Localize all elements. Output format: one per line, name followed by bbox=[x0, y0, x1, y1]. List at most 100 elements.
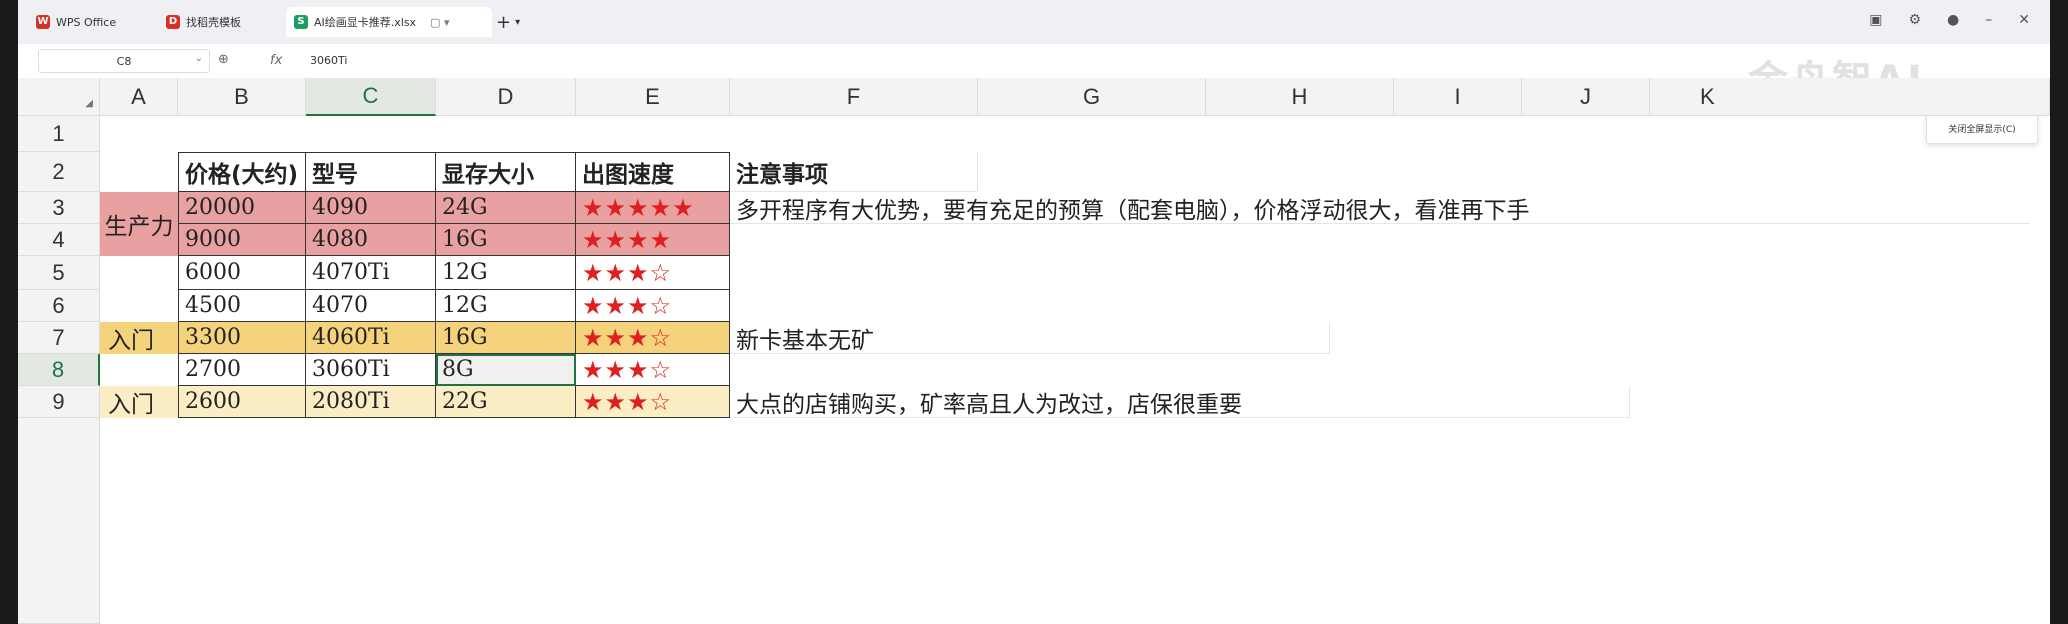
cell-price[interactable]: 3300 bbox=[178, 322, 306, 354]
new-tab-button[interactable]: + ▾ bbox=[488, 7, 528, 37]
header-model[interactable]: 型号 bbox=[306, 152, 436, 192]
row-header-9[interactable]: 9 bbox=[18, 386, 100, 418]
row-header-4[interactable]: 4 bbox=[18, 224, 100, 256]
avatar-icon[interactable]: ● bbox=[1947, 12, 1959, 28]
star-rating: ★★★ bbox=[582, 323, 650, 352]
column-header-h[interactable]: H bbox=[1206, 78, 1394, 116]
close-icon[interactable]: ✕ bbox=[2018, 12, 2030, 28]
cell-price[interactable]: 20000 bbox=[178, 192, 306, 224]
header-speed[interactable]: 出图速度 bbox=[576, 152, 730, 192]
column-header-g[interactable]: G bbox=[978, 78, 1206, 116]
chevron-down-icon: ▾ bbox=[515, 16, 521, 28]
cell-reference: C8 bbox=[116, 54, 132, 68]
column-header-d[interactable]: D bbox=[436, 78, 576, 116]
tab-spreadsheet[interactable]: S AI绘画显卡推荐.xlsx ▢ ▾ bbox=[286, 7, 492, 37]
star-rating: ★★★ bbox=[582, 387, 650, 416]
cell-price[interactable]: 2700 bbox=[178, 354, 306, 386]
header-vram[interactable]: 显存大小 bbox=[436, 152, 576, 192]
wps-window: W WPS Office D 找稻壳模板 S AI绘画显卡推荐.xlsx ▢ ▾… bbox=[18, 0, 2050, 624]
left-screen-edge bbox=[0, 0, 18, 624]
tab-label: 找稻壳模板 bbox=[186, 16, 241, 29]
cell-vram[interactable]: 24G bbox=[436, 192, 576, 224]
column-header-c[interactable]: C bbox=[306, 78, 436, 116]
zoom-icon[interactable]: ⊕ bbox=[218, 52, 229, 67]
select-all-corner[interactable]: ◢ bbox=[18, 78, 100, 116]
spreadsheet-logo-icon: S bbox=[294, 15, 308, 29]
cell-speed[interactable]: ★★★★★ bbox=[576, 192, 730, 224]
tab-label: AI绘画显卡推荐.xlsx bbox=[314, 16, 417, 29]
row-header-5[interactable]: 5 bbox=[18, 256, 100, 290]
column-header-a[interactable]: A bbox=[100, 78, 178, 116]
cell-model[interactable]: 4080 bbox=[306, 224, 436, 256]
title-bar: W WPS Office D 找稻壳模板 S AI绘画显卡推荐.xlsx ▢ ▾… bbox=[18, 0, 2050, 44]
cell-model[interactable]: 2080Ti bbox=[306, 386, 436, 418]
cell-speed[interactable]: ★★★★ bbox=[576, 224, 730, 256]
note-store-purchase[interactable]: 大点的店铺购买，矿率高且人为改过，店保很重要 bbox=[730, 386, 1630, 418]
column-header-f[interactable]: F bbox=[730, 78, 978, 116]
column-header-e[interactable]: E bbox=[576, 78, 730, 116]
formula-bar: C8 ⌄ ⊕ fx 3060Ti bbox=[18, 44, 2050, 79]
layout-icon[interactable]: ▣ bbox=[1869, 12, 1882, 28]
cell-vram[interactable]: 12G bbox=[436, 256, 576, 290]
half-star-icon: ☆ bbox=[649, 323, 673, 352]
half-star-icon: ☆ bbox=[649, 355, 673, 384]
minimize-icon[interactable]: – bbox=[1985, 12, 1992, 28]
plus-icon: + bbox=[496, 11, 512, 33]
header-price[interactable]: 价格(大约) bbox=[178, 152, 306, 192]
note-new-card[interactable]: 新卡基本无矿 bbox=[730, 322, 1330, 354]
tab-wps-office[interactable]: W WPS Office bbox=[28, 7, 124, 37]
row-header-3[interactable]: 3 bbox=[18, 192, 100, 224]
column-header-j[interactable]: J bbox=[1522, 78, 1650, 116]
tab-options-icon[interactable]: ▢ ▾ bbox=[430, 16, 449, 29]
cell-model[interactable]: 4070 bbox=[306, 290, 436, 322]
exit-fullscreen-tooltip[interactable]: 关闭全屏显示(C) bbox=[1926, 112, 2038, 144]
settings-icon[interactable]: ⚙ bbox=[1908, 12, 1921, 28]
tab-label: WPS Office bbox=[56, 15, 117, 29]
row-header-1[interactable]: 1 bbox=[18, 116, 100, 152]
name-box[interactable]: C8 ⌄ bbox=[38, 49, 210, 73]
cell-model[interactable]: 4060Ti bbox=[306, 322, 436, 354]
cell-vram[interactable]: 22G bbox=[436, 386, 576, 418]
cell-model-selected[interactable]: 3060Ti bbox=[306, 354, 436, 386]
star-rating: ★★★ bbox=[582, 355, 650, 384]
header-notes[interactable]: 注意事项 bbox=[730, 152, 978, 192]
cell-price[interactable]: 6000 bbox=[178, 256, 306, 290]
cell-vram[interactable]: 8G bbox=[436, 354, 576, 386]
formula-input[interactable]: 3060Ti bbox=[310, 54, 347, 67]
cell-speed[interactable]: ★★★ ☆ bbox=[576, 256, 730, 290]
cell-price[interactable]: 4500 bbox=[178, 290, 306, 322]
chevron-down-icon: ⌄ bbox=[194, 53, 203, 64]
cell-speed[interactable]: ★★★ ☆ bbox=[576, 354, 730, 386]
star-rating: ★★★ bbox=[582, 258, 650, 287]
row-header-empty bbox=[18, 418, 100, 624]
cell-speed[interactable]: ★★★ ☆ bbox=[576, 322, 730, 354]
star-rating: ★★★★★ bbox=[582, 193, 695, 222]
window-controls: ▣ ⚙ ● – ✕ bbox=[1869, 12, 2030, 28]
cell-model[interactable]: 4070Ti bbox=[306, 256, 436, 290]
cell-price[interactable]: 9000 bbox=[178, 224, 306, 256]
row-header-6[interactable]: 6 bbox=[18, 290, 100, 322]
function-icon[interactable]: fx bbox=[270, 53, 282, 68]
row-header-8[interactable]: 8 bbox=[18, 354, 100, 386]
cell-model[interactable]: 4090 bbox=[306, 192, 436, 224]
half-star-icon: ☆ bbox=[649, 258, 673, 287]
cell-vram[interactable]: 16G bbox=[436, 322, 576, 354]
row-header-2[interactable]: 2 bbox=[18, 152, 100, 192]
category-productivity[interactable]: 生产力 bbox=[100, 192, 178, 256]
cell-price[interactable]: 2600 bbox=[178, 386, 306, 418]
category-entry[interactable]: 入门 bbox=[100, 322, 178, 354]
column-header-i[interactable]: I bbox=[1394, 78, 1522, 116]
half-star-icon: ☆ bbox=[649, 387, 673, 416]
cell-speed[interactable]: ★★★ ☆ bbox=[576, 386, 730, 418]
star-rating: ★★★ bbox=[582, 291, 650, 320]
column-header-b[interactable]: B bbox=[178, 78, 306, 116]
wps-logo-icon: W bbox=[36, 15, 50, 29]
cell-vram[interactable]: 16G bbox=[436, 224, 576, 256]
category-entry[interactable]: 入门 bbox=[100, 386, 178, 418]
note-productivity[interactable]: 多开程序有大优势，要有充足的预算（配套电脑），价格浮动很大，看准再下手 bbox=[730, 192, 2030, 224]
tab-template[interactable]: D 找稻壳模板 bbox=[158, 7, 249, 37]
column-header-k[interactable]: K bbox=[1650, 78, 2050, 116]
row-header-7[interactable]: 7 bbox=[18, 322, 100, 354]
cell-speed[interactable]: ★★★ ☆ bbox=[576, 290, 730, 322]
cell-vram[interactable]: 12G bbox=[436, 290, 576, 322]
